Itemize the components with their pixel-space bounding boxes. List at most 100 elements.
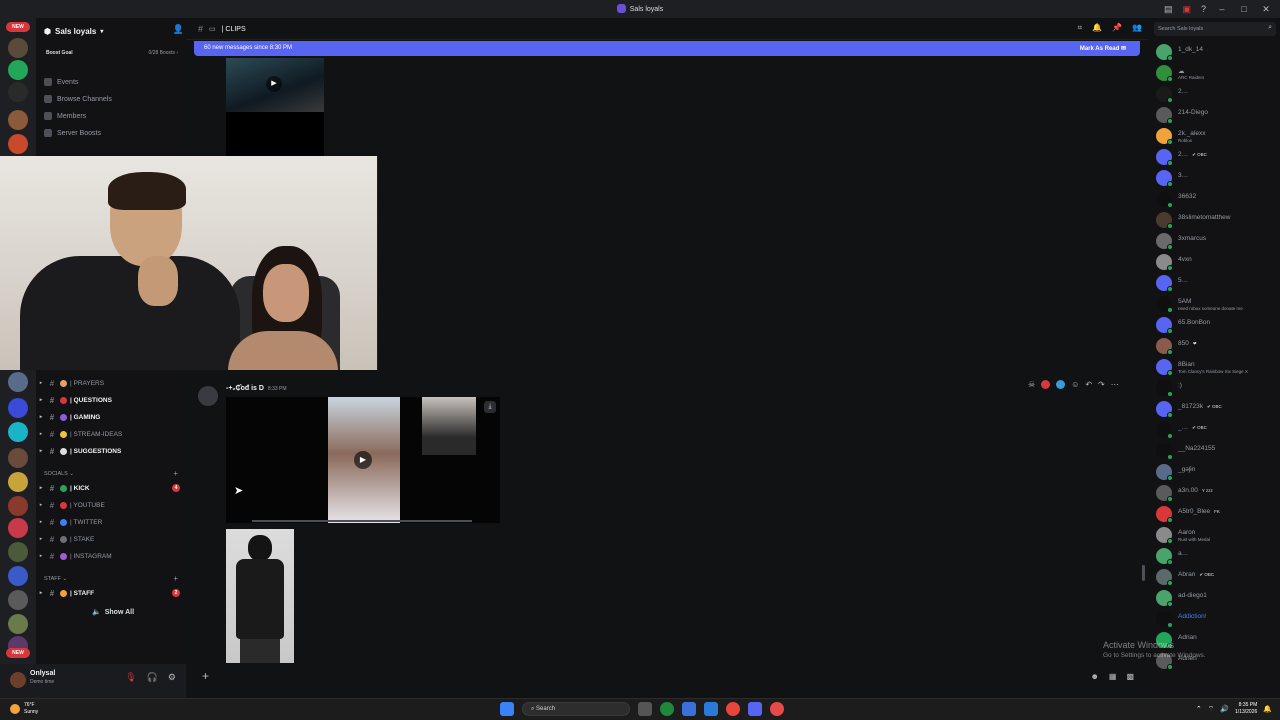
member-item[interactable]: 1_dk_14 [1156,42,1278,62]
member-item[interactable]: 65.BonBon [1156,315,1278,335]
server-icon[interactable] [8,448,28,468]
bell-icon[interactable]: 🔔 [1092,23,1102,33]
video-embed[interactable]: ▶ [226,58,324,156]
screen-icon[interactable]: ▣ [1182,4,1191,15]
server-icon[interactable] [8,566,28,586]
invite-people-icon[interactable]: 👤 [173,24,184,35]
pin-icon[interactable]: 📌 [1112,23,1122,33]
server-icon[interactable] [8,590,28,610]
taskbar-search[interactable]: ⌕ Search [522,702,630,716]
member-item[interactable]: __Na224155 [1156,441,1278,461]
clock[interactable]: 8:35 PM 1/13/2026 [1235,702,1257,716]
gift-icon[interactable]: ▦ [1109,672,1117,681]
server-icon[interactable] [8,38,28,58]
member-item[interactable]: 36632 [1156,189,1278,209]
member-item[interactable]: 214-Diego [1156,105,1278,125]
skull-reaction-icon[interactable]: ☠ [1028,380,1035,389]
server-icon[interactable] [8,60,28,80]
message-author[interactable]: -+₂₵̂ođ is D 8:33 PM [226,385,287,392]
windows-start-icon[interactable] [500,702,514,716]
image-embed[interactable] [226,529,294,663]
member-item[interactable]: 2… [1156,84,1278,104]
member-item[interactable]: a3n.00 Y zzz [1156,483,1278,503]
member-item[interactable]: Addiction! [1156,609,1278,629]
channel-item[interactable]: ▸ # | STAKE [36,532,186,546]
avatar[interactable] [198,386,218,406]
category-staff[interactable]: STAFF ⌄ + [44,574,178,583]
play-icon[interactable]: ▶ [266,76,282,92]
boost-goal[interactable]: Boost Goal 0/28 Boosts › [42,48,182,60]
video-embed[interactable]: ▶ ⤓ [226,397,500,523]
channel-item[interactable]: ▸ # | SUGGESTIONS [36,444,186,458]
server-icon[interactable] [8,422,28,442]
task-view-icon[interactable] [638,702,652,716]
server-icon[interactable] [8,614,28,634]
heart-reaction-icon[interactable] [1041,379,1051,389]
store-icon[interactable] [704,702,718,716]
server-icon[interactable] [8,372,28,392]
server-icon[interactable] [8,518,28,538]
download-icon[interactable]: ⤓ [484,401,496,413]
close-button[interactable]: ✕ [1260,4,1272,15]
server-icon[interactable] [8,134,28,154]
mute-microphone-icon[interactable]: 🎙 [125,672,136,683]
more-icon[interactable]: ⋯ [1111,380,1119,389]
add-channel-icon[interactable]: + [173,574,178,583]
member-item[interactable]: 3… [1156,168,1278,188]
wifi-icon[interactable]: ⌔ [1208,705,1215,714]
maximize-button[interactable]: □ [1238,4,1250,14]
username[interactable]: Onlysal [30,670,55,677]
server-icon[interactable] [8,496,28,516]
member-item[interactable]: ad-diego1 [1156,588,1278,608]
reply-icon[interactable]: ↶ [1085,380,1092,389]
show-all-button[interactable]: 🔈 Show All [92,608,134,617]
member-item[interactable]: Abran ✔ OBC [1156,567,1278,587]
member-item[interactable]: 5… [1156,273,1278,293]
message-composer[interactable]: + ☻ ▦ ▩ [194,666,1140,688]
mark-as-read-button[interactable]: Mark As Read ✉ [1080,45,1126,52]
discord-icon[interactable] [748,702,762,716]
new-messages-bar[interactable]: 60 new messages since 8:30 PM Mark As Re… [194,41,1140,56]
play-icon[interactable]: ▶ [354,451,372,469]
edge-icon[interactable] [660,702,674,716]
add-attachment-icon[interactable]: + [202,669,209,683]
weather-widget[interactable]: 76°F Sunny [10,702,38,716]
add-reaction-icon[interactable]: ☺ [1071,380,1079,389]
scrollbar[interactable] [1142,565,1145,581]
obs-icon[interactable] [770,702,784,716]
channel-item[interactable]: ▸ # | STREAM-IDEAS [36,427,186,441]
headphones-icon[interactable]: 🎧 [147,672,158,683]
blue-reaction-icon[interactable] [1056,379,1066,389]
member-item[interactable]: _gəʃɨn [1156,462,1278,482]
member-item[interactable]: _… ✔ OBC [1156,420,1278,440]
member-item[interactable]: Aaron Rust with Medal [1156,525,1278,545]
mail-icon[interactable] [682,702,696,716]
server-header[interactable]: ⬢ Sals loyals ▾ 👤 [44,22,184,40]
sticker-icon[interactable]: ▩ [1126,672,1134,681]
video-progress-bar[interactable] [252,520,472,522]
member-list-icon[interactable]: 👥 [1132,23,1142,33]
member-item[interactable]: 38slimetomatthew [1156,210,1278,230]
nav-events[interactable]: Events [42,75,182,89]
chrome-icon[interactable] [726,702,740,716]
server-icon[interactable] [8,542,28,562]
volume-icon[interactable]: 🔊 [1220,705,1229,713]
notification-icon[interactable]: 🔔 [1263,705,1272,713]
gear-icon[interactable]: ⚙ [168,672,176,683]
member-item[interactable]: 2k._alexx Roblox [1156,126,1278,146]
member-item[interactable]: 2… ✔ OBC [1156,147,1278,167]
minimize-button[interactable]: – [1216,4,1228,14]
help-icon[interactable]: ? [1201,4,1206,14]
server-icon[interactable] [8,82,28,102]
channel-item[interactable]: ▸ # | TWITTER [36,515,186,529]
channel-item[interactable]: ▸ # | INSTAGRAM [36,549,186,563]
search-input[interactable]: Search Sals loyals ⌕ [1154,22,1276,36]
channel-item[interactable]: ▸ # | PRAYERS [36,376,186,390]
category-socials[interactable]: SOCIALS ⌄ + [44,469,178,478]
server-icon[interactable] [8,472,28,492]
nav-members[interactable]: Members [42,109,182,123]
nav-browse-channels[interactable]: Browse Channels [42,92,182,106]
member-item[interactable]: 8Bian Tom Clancy's Rainbow Six Siege X [1156,357,1278,377]
channel-item[interactable]: ▸ # | QUESTIONS [36,393,186,407]
server-icon[interactable] [8,110,28,130]
